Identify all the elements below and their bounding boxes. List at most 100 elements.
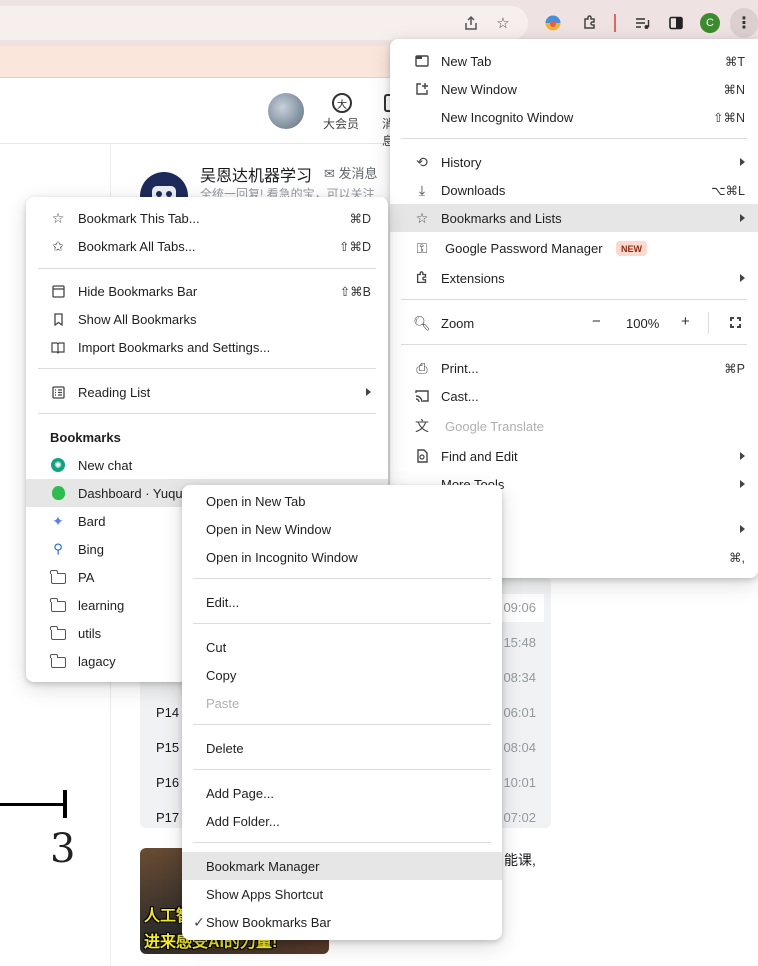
menu-item-label: Delete: [206, 740, 244, 756]
menu-item-shortcut: ⌘N: [723, 82, 745, 97]
message-label[interactable]: 消息: [382, 115, 390, 149]
menu-separator: [193, 842, 491, 843]
menu-item-new-incognito[interactable]: New Incognito Window ⇧⌘N: [390, 103, 758, 131]
media-control-icon[interactable]: [630, 11, 654, 35]
incognito-icon: [413, 108, 431, 126]
menu-item-label: Edit...: [206, 594, 240, 610]
zoom-level: 100%: [626, 316, 660, 331]
ctx-open-new-window[interactable]: Open in New Window: [182, 515, 502, 543]
submenu-arrow-icon: [740, 274, 745, 282]
menu-item-find-and-edit[interactable]: Find and Edit: [390, 442, 758, 470]
vip-label[interactable]: 大会员: [323, 115, 359, 132]
menu-item-label: New Window: [441, 81, 517, 97]
ctx-open-incognito[interactable]: Open in Incognito Window: [182, 543, 502, 571]
menu-separator: [193, 578, 491, 579]
uploader-name[interactable]: 吴恩达机器学习: [200, 162, 312, 186]
menu-item-downloads[interactable]: ⤓ Downloads ⌥⌘L: [390, 176, 758, 204]
ctx-cut[interactable]: Cut: [182, 633, 502, 661]
vip-icon[interactable]: 大: [332, 93, 352, 113]
menu-item-extensions[interactable]: Extensions: [390, 264, 758, 292]
menu-item-label: Bookmark This Tab...: [78, 210, 200, 226]
extensions-puzzle-icon[interactable]: [578, 11, 602, 35]
menu-item-label: Cast...: [441, 388, 479, 404]
bookmark-item[interactable]: ✺ New chat: [26, 451, 388, 479]
episode-duration: 06:01: [503, 705, 536, 720]
menu-item-shortcut: ⌘P: [724, 361, 745, 376]
import-book-icon: [49, 338, 67, 356]
menu-separator: [193, 623, 491, 624]
bookmark-label: New chat: [78, 457, 133, 473]
submenu-arrow-icon: [740, 525, 745, 533]
menu-item-new-window[interactable]: New Window ⌘N: [390, 75, 758, 103]
menu-item-label: New Incognito Window: [441, 109, 574, 125]
episode-number: P15: [156, 740, 180, 755]
menu-item-new-tab[interactable]: New Tab ⌘T: [390, 47, 758, 75]
menu-item-bookmarks-and-lists[interactable]: ☆ Bookmarks and Lists: [390, 204, 758, 232]
profile-avatar[interactable]: C: [700, 13, 720, 33]
ctx-copy[interactable]: Copy: [182, 661, 502, 689]
extension-colorful-icon[interactable]: [541, 11, 565, 35]
recommended-video-title[interactable]: 能课,: [504, 850, 536, 870]
menu-separator: [193, 769, 491, 770]
episode-duration: 07:02: [503, 810, 536, 825]
bookmarks-bar-icon: [49, 282, 67, 300]
address-bar[interactable]: [0, 6, 528, 40]
episode-number: P16: [156, 775, 180, 790]
zoom-out-button[interactable]: −: [592, 313, 601, 330]
menu-item-label: Open in New Tab: [206, 493, 306, 509]
ctx-bookmark-manager[interactable]: Bookmark Manager: [182, 852, 502, 880]
user-avatar[interactable]: [268, 93, 304, 129]
new-tab-icon: [413, 52, 431, 70]
submenu-arrow-icon: [366, 388, 371, 396]
menu-item-label: Find and Edit: [441, 448, 518, 464]
menu-item-import-bookmarks[interactable]: Import Bookmarks and Settings...: [26, 333, 388, 361]
menu-item-password-manager[interactable]: ⚿ Google Password Manager NEW: [390, 234, 758, 262]
share-icon[interactable]: [459, 11, 483, 35]
ctx-add-folder[interactable]: Add Folder...: [182, 807, 502, 835]
zoom-in-button[interactable]: +: [681, 313, 690, 330]
episode-duration: 08:04: [503, 740, 536, 755]
chrome-menu-button[interactable]: ⋮: [730, 8, 758, 38]
ctx-edit[interactable]: Edit...: [182, 588, 502, 616]
menu-item-label: Bookmarks and Lists: [441, 210, 562, 226]
video-frame-axis: [0, 803, 66, 806]
menu-item-zoom: 🔍︎ Zoom − 100% +: [390, 309, 758, 337]
menu-item-label: Show Bookmarks Bar: [206, 914, 331, 930]
bookmarks-section-header: Bookmarks: [50, 430, 121, 445]
menu-item-hide-bookmarks-bar[interactable]: Hide Bookmarks Bar ⇧⌘B: [26, 277, 388, 305]
send-message-button[interactable]: ✉ 发消息: [324, 163, 378, 182]
menu-item-reading-list[interactable]: Reading List: [26, 378, 388, 406]
menu-item-bookmark-this-tab[interactable]: ☆ Bookmark This Tab... ⌘D: [26, 204, 388, 232]
puzzle-icon: [413, 269, 431, 287]
menu-separator: [38, 368, 376, 369]
menu-item-print[interactable]: ⎙ Print... ⌘P: [390, 354, 758, 382]
printer-icon: ⎙: [416, 359, 428, 376]
menu-item-show-all-bookmarks[interactable]: Show All Bookmarks: [26, 305, 388, 333]
menu-item-label: History: [441, 154, 482, 170]
reading-list-icon: [49, 383, 67, 401]
envelope-icon: ✉: [324, 166, 339, 181]
menu-item-shortcut: ⌘D: [349, 211, 371, 226]
menu-item-shortcut: ⌘,: [729, 550, 745, 565]
bookmark-label: Dashboard · Yuque: [78, 485, 190, 501]
ctx-show-apps-shortcut[interactable]: Show Apps Shortcut: [182, 880, 502, 908]
bookmark-label: utils: [78, 625, 102, 641]
menu-item-shortcut: ⌥⌘L: [711, 183, 745, 198]
fullscreen-icon[interactable]: [729, 316, 742, 329]
ctx-delete[interactable]: Delete: [182, 734, 502, 762]
menu-item-label: Downloads: [441, 182, 506, 198]
menu-item-google-translate: 文 Google Translate: [390, 412, 758, 440]
side-panel-icon[interactable]: [664, 11, 688, 35]
ctx-open-new-tab[interactable]: Open in New Tab: [182, 487, 502, 515]
bookmark-star-icon[interactable]: ☆: [491, 11, 515, 35]
bookmark-label: Bing: [78, 541, 105, 557]
menu-item-cast[interactable]: Cast...: [390, 382, 758, 410]
submenu-arrow-icon: [740, 452, 745, 460]
video-frame-tick: [63, 790, 67, 818]
ctx-add-page[interactable]: Add Page...: [182, 779, 502, 807]
menu-item-bookmark-all-tabs[interactable]: ✩ Bookmark All Tabs... ⇧⌘D: [26, 232, 388, 260]
ctx-show-bookmarks-bar[interactable]: ✓ Show Bookmarks Bar: [182, 908, 502, 936]
search-icon: ⚲: [53, 541, 63, 556]
menu-item-shortcut: ⇧⌘D: [338, 239, 371, 254]
menu-item-history[interactable]: ⟲ History: [390, 148, 758, 176]
